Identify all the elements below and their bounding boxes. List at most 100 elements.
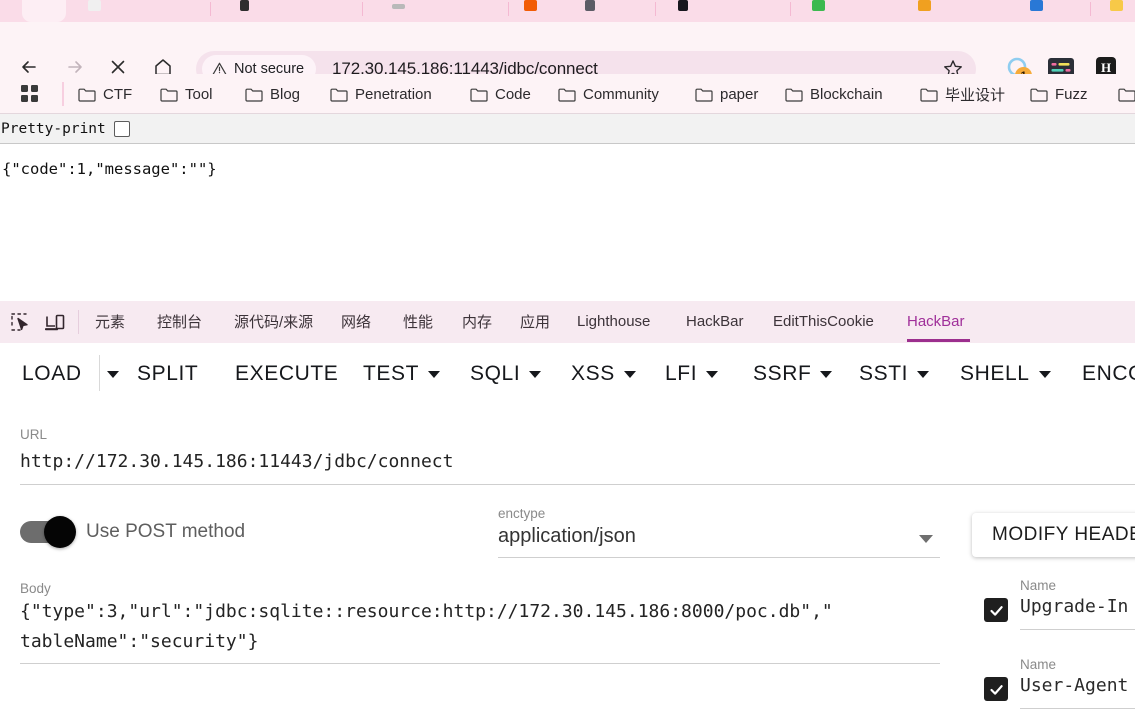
devtools-tab-lighthouse[interactable]: Lighthouse	[577, 301, 650, 342]
chevron-down-icon	[917, 370, 930, 378]
chevron-down-icon	[428, 370, 441, 378]
bookmark-item-penetration[interactable]: Penetration	[330, 82, 432, 106]
tab-favicon[interactable]	[918, 0, 931, 11]
devtools-tab-bar: 元素 控制台 源代码/来源 网络 性能 内存 应用 Lighthouse Hac…	[0, 301, 1135, 344]
devtools-tab-label: 性能	[403, 314, 434, 331]
folder-icon	[920, 88, 938, 102]
bookmark-item-code[interactable]: Code	[470, 82, 531, 106]
hackbar-button-label: SQLI	[470, 362, 521, 385]
tab-favicon[interactable]	[88, 0, 101, 11]
hackbar-ssrf-button[interactable]: SSRF	[753, 357, 833, 391]
body-field-line-2[interactable]: tableName":"security"}	[20, 631, 258, 652]
bookmark-item-community[interactable]: Community	[558, 82, 659, 106]
folder-icon	[160, 88, 178, 102]
tab-favicon[interactable]	[678, 0, 688, 11]
bookmark-item-paper[interactable]: paper	[695, 82, 758, 106]
folder-icon	[1118, 88, 1135, 102]
devtools-panel: 元素 控制台 源代码/来源 网络 性能 内存 应用 Lighthouse Hac…	[0, 301, 1135, 720]
devtools-tab-hackbar-active[interactable]: HackBar	[907, 301, 970, 342]
folder-icon	[245, 88, 263, 102]
bookmark-item-biyesheji[interactable]: 毕业设计	[920, 82, 1005, 106]
tab-divider	[362, 2, 363, 16]
pretty-print-checkbox[interactable]	[113, 120, 130, 137]
body-field-line-1[interactable]: {"type":3,"url":"jdbc:sqlite::resource:h…	[20, 601, 833, 622]
tab-divider	[1090, 2, 1091, 16]
hackbar-encoding-button[interactable]: ENCO	[1082, 357, 1135, 391]
pretty-print-label: Pretty-print	[1, 120, 106, 137]
devtools-tab-hackbar-1[interactable]: HackBar	[686, 301, 744, 342]
bookmark-item-blog[interactable]: Blog	[245, 82, 300, 106]
hackbar-button-label: LOAD	[22, 362, 82, 385]
devtools-tab-sources[interactable]: 源代码/来源	[234, 301, 313, 342]
tab-favicon[interactable]	[240, 0, 249, 11]
hackbar-toolbar: LOAD SPLIT EXECUTE TEST SQLI XSS LFI SSR…	[0, 343, 1135, 405]
devtools-tab-network[interactable]: 网络	[341, 301, 371, 342]
devtools-tab-performance[interactable]: 性能	[403, 301, 433, 342]
devtools-tab-label: 元素	[95, 314, 126, 331]
hackbar-button-label: LFI	[665, 362, 698, 385]
devtools-tab-elements[interactable]: 元素	[95, 301, 125, 342]
tab-favicon[interactable]	[812, 0, 825, 11]
hackbar-button-label: SPLIT	[137, 362, 199, 385]
hackbar-load-dropdown-button[interactable]	[107, 357, 119, 391]
pretty-print-bar: Pretty-print	[0, 114, 1135, 144]
bookmark-item-ctf[interactable]: CTF	[78, 82, 132, 106]
hackbar-ssti-button[interactable]: SSTI	[859, 357, 930, 391]
hackbar-test-button[interactable]: TEST	[363, 357, 441, 391]
hackbar-load-button[interactable]: LOAD	[22, 357, 82, 391]
devtools-tab-application[interactable]: 应用	[520, 301, 550, 342]
chevron-down-icon[interactable]	[919, 535, 933, 543]
hackbar-lfi-button[interactable]: LFI	[665, 357, 719, 391]
chevron-down-icon	[1038, 370, 1051, 378]
active-tab[interactable]	[22, 0, 66, 22]
hackbar-button-label: TEST	[363, 362, 420, 385]
header-enabled-checkbox[interactable]	[984, 677, 1008, 701]
header-field-underline	[1020, 629, 1135, 630]
bookmark-item-tool[interactable]: Tool	[160, 82, 213, 106]
folder-icon	[695, 88, 713, 102]
folder-icon	[785, 88, 803, 102]
tab-favicon[interactable]	[1110, 0, 1123, 11]
devtools-tab-memory[interactable]: 内存	[462, 301, 492, 342]
tab-favicon[interactable]	[585, 0, 595, 11]
device-toolbar-icon[interactable]	[44, 312, 67, 332]
bookmark-item-fuzz[interactable]: Fuzz	[1030, 82, 1088, 106]
hackbar-button-label: SSRF	[753, 362, 812, 385]
apps-grid-icon[interactable]	[20, 84, 42, 104]
enctype-value[interactable]: application/json	[498, 525, 636, 548]
bookmark-label: Penetration	[355, 85, 432, 103]
bookmark-label: Fuzz	[1055, 85, 1088, 103]
hackbar-button-label: ENCO	[1082, 362, 1135, 385]
hackbar-split-button[interactable]: SPLIT	[137, 357, 198, 391]
modify-headers-button[interactable]: MODIFY HEADE	[972, 513, 1135, 557]
bookmark-item-blockchain[interactable]: Blockchain	[785, 82, 883, 106]
bookmark-divider	[62, 82, 64, 106]
inspect-element-icon[interactable]	[10, 312, 32, 332]
use-post-toggle-knob[interactable]	[44, 516, 76, 548]
folder-icon	[1030, 88, 1048, 102]
response-body: {"code":1,"message":""}	[2, 160, 217, 178]
tab-favicon[interactable]	[524, 0, 537, 11]
url-field-value[interactable]: http://172.30.145.186:11443/jdbc/connect	[20, 451, 453, 472]
bookmark-item-overflow[interactable]	[1118, 82, 1135, 106]
devtools-tab-editthiscookie[interactable]: EditThisCookie	[773, 301, 874, 342]
hackbar-execute-button[interactable]: EXECUTE	[235, 357, 338, 391]
devtools-tab-label: HackBar	[907, 313, 965, 330]
hackbar-xss-button[interactable]: XSS	[571, 357, 636, 391]
hackbar-sqli-button[interactable]: SQLI	[470, 357, 542, 391]
folder-icon	[330, 88, 348, 102]
devtools-icon-divider	[78, 310, 79, 334]
tab-favicon[interactable]	[1030, 0, 1043, 11]
bookmark-label: Community	[583, 85, 659, 103]
hackbar-shell-button[interactable]: SHELL	[960, 357, 1051, 391]
header-enabled-checkbox[interactable]	[984, 598, 1008, 622]
tab-favicon[interactable]	[392, 4, 405, 9]
hackbar-toolbar-divider	[99, 355, 100, 391]
devtools-tab-console[interactable]: 控制台	[157, 301, 202, 342]
header-name-value[interactable]: User-Agent	[1020, 675, 1128, 696]
hackbar-button-label: XSS	[571, 362, 615, 385]
folder-icon	[78, 88, 96, 102]
modify-headers-label: MODIFY HEADE	[992, 524, 1135, 545]
chevron-down-icon	[706, 370, 719, 378]
header-name-value[interactable]: Upgrade-In	[1020, 596, 1128, 617]
